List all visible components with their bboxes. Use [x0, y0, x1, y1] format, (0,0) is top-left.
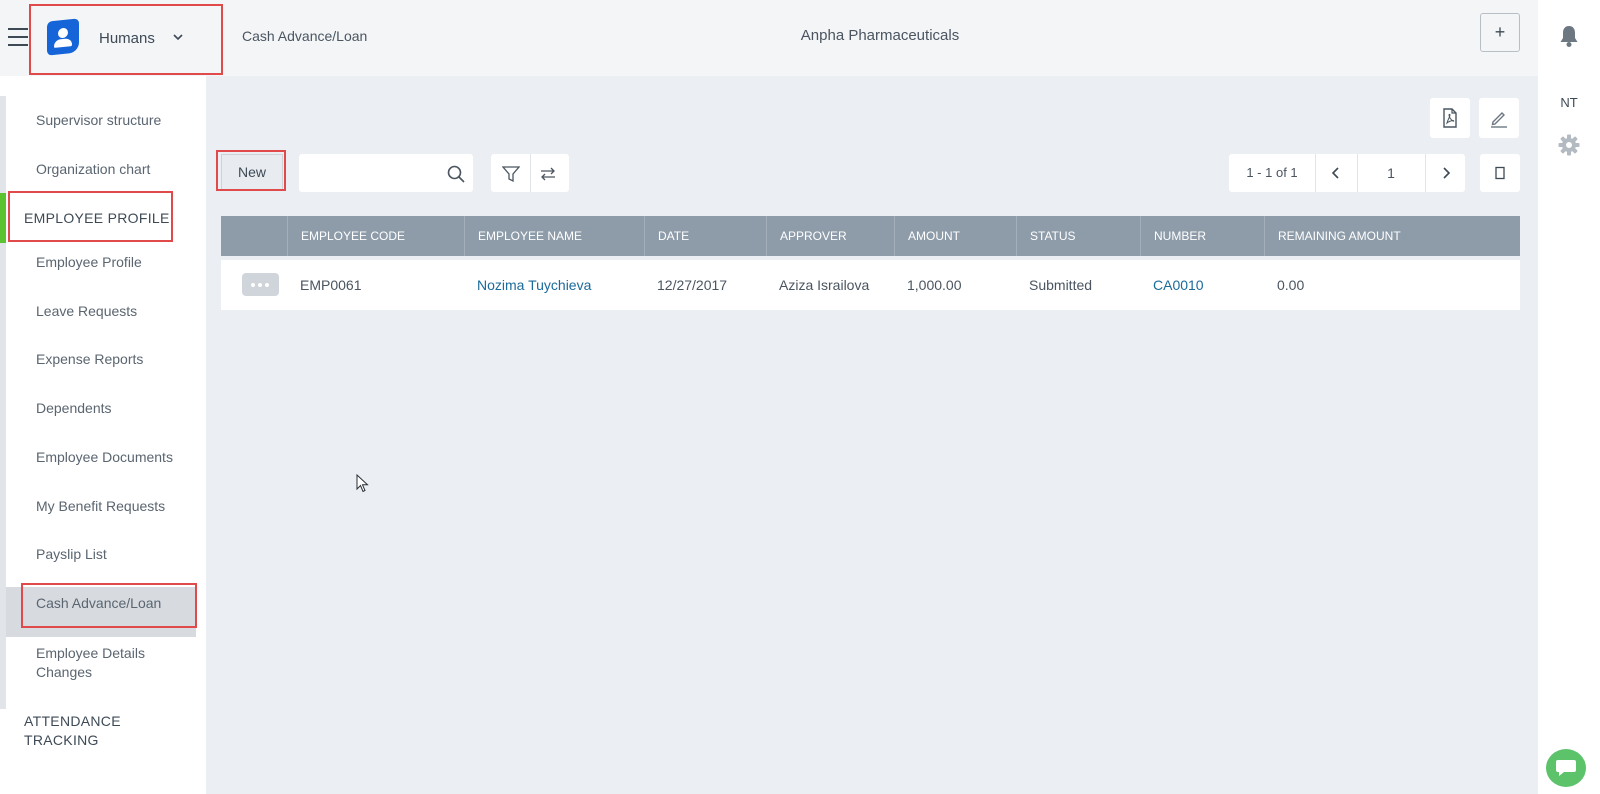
add-button[interactable]: + [1480, 13, 1520, 52]
column-header-number[interactable]: NUMBER [1140, 216, 1264, 256]
company-name: Anpha Pharmaceuticals [800, 27, 960, 44]
pencil-icon [1491, 112, 1507, 128]
app-name: Humans [99, 30, 155, 47]
cell-number[interactable]: CA0010 [1153, 277, 1204, 293]
table-header: EMPLOYEE CODE EMPLOYEE NAME DATE APPROVE… [221, 216, 1520, 256]
search-box [299, 154, 473, 192]
company-name-wrap: Anpha Pharmaceuticals [0, 27, 1600, 44]
chat-icon [1556, 760, 1576, 776]
user-avatar[interactable]: NT [1538, 95, 1600, 110]
cell-remaining-amount: 0.00 [1277, 277, 1305, 293]
mouse-cursor-icon [356, 474, 369, 493]
cell-employee-code: EMP0061 [300, 277, 362, 293]
sidebar-item-dependents[interactable]: Dependents [36, 400, 112, 416]
main-content: New 1 - 1 of 1 1 EMPLOYEE CODE EMPLOYEE … [206, 76, 1538, 794]
sidebar-item-expense-reports[interactable]: Expense Reports [36, 351, 143, 367]
view-toggle-button[interactable] [1480, 154, 1520, 192]
cell-employee-name[interactable]: Nozima Tuychieva [477, 277, 591, 293]
bell-icon[interactable] [1558, 24, 1580, 48]
gear-icon[interactable] [1558, 134, 1580, 156]
plus-icon: + [1494, 22, 1506, 42]
export-pdf-button[interactable] [1430, 98, 1470, 138]
sidebar-item-my-benefit-requests[interactable]: My Benefit Requests [36, 498, 165, 514]
table-row[interactable]: EMP0061 Nozima Tuychieva 12/27/2017 Aziz… [221, 260, 1520, 310]
top-bar: Humans Cash Advance/Loan Anpha Pharmaceu… [0, 0, 1538, 76]
sidebar-item-organization-chart[interactable]: Organization chart [36, 161, 150, 177]
column-header-date[interactable]: DATE [644, 216, 766, 256]
chevron-right-icon [1443, 167, 1451, 179]
cell-date: 12/27/2017 [657, 277, 728, 293]
edit-button[interactable] [1479, 98, 1519, 138]
app-switcher[interactable]: Humans [29, 4, 223, 75]
breadcrumb[interactable]: Cash Advance/Loan [242, 28, 367, 44]
more-dots-icon[interactable] [242, 273, 279, 296]
column-header-remaining-amount[interactable]: REMAINING AMOUNT [1264, 216, 1520, 256]
column-header-amount[interactable]: AMOUNT [894, 216, 1016, 256]
next-page-button[interactable] [1425, 154, 1465, 192]
prev-page-button[interactable] [1315, 154, 1357, 192]
page-number[interactable]: 1 [1357, 154, 1425, 192]
cell-approver: Aziza Israilova [779, 277, 870, 293]
cell-amount: 1,000.00 [907, 277, 962, 293]
right-rail: NT [1538, 0, 1600, 794]
filter-icon[interactable] [502, 165, 520, 183]
new-button[interactable]: New [221, 154, 283, 190]
sidebar: Supervisor structure Organization chart … [0, 76, 206, 794]
filter-toolbar [491, 154, 569, 192]
search-icon[interactable] [447, 165, 465, 183]
cell-status: Submitted [1029, 277, 1093, 293]
sidebar-section-employee-profile[interactable]: EMPLOYEE PROFILE [24, 210, 170, 226]
sidebar-item-employee-details-changes[interactable]: Employee Details Changes [36, 644, 166, 682]
column-header-employee-name[interactable]: EMPLOYEE NAME [464, 216, 644, 256]
sidebar-item-employee-profile[interactable]: Employee Profile [36, 254, 142, 270]
column-header-approver[interactable]: APPROVER [766, 216, 894, 256]
sidebar-item-payslip-list[interactable]: Payslip List [36, 546, 107, 562]
swap-icon[interactable] [539, 165, 557, 183]
sidebar-item-cash-advance-loan[interactable]: Cash Advance/Loan [36, 595, 161, 611]
pager-range: 1 - 1 of 1 [1246, 165, 1298, 180]
column-header-employee-code[interactable]: EMPLOYEE CODE [287, 216, 464, 256]
sidebar-item-leave-requests[interactable]: Leave Requests [36, 303, 137, 319]
view-toggle-icon [1495, 166, 1505, 180]
sidebar-item-supervisor-structure[interactable]: Supervisor structure [36, 112, 161, 128]
chat-button[interactable] [1546, 749, 1586, 787]
sidebar-item-employee-documents[interactable]: Employee Documents [36, 449, 173, 465]
chevron-down-icon [173, 34, 183, 41]
column-header-status[interactable]: STATUS [1016, 216, 1140, 256]
hamburger-icon[interactable] [8, 28, 28, 46]
user-app-icon [47, 18, 79, 56]
pdf-icon [1443, 108, 1457, 128]
chevron-left-icon [1331, 167, 1339, 179]
sidebar-section-attendance-tracking[interactable]: ATTENDANCE TRACKING [24, 712, 134, 750]
search-input[interactable] [307, 162, 437, 184]
sidebar-active-indicator [0, 193, 6, 243]
pagination: 1 - 1 of 1 1 [1229, 154, 1465, 192]
